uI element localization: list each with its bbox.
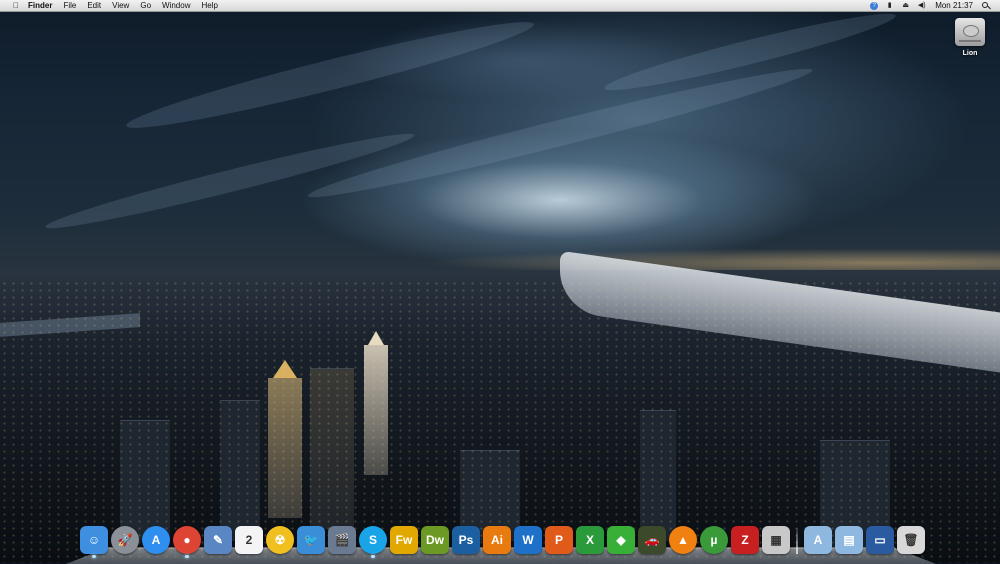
menu-window[interactable]: Window [162, 0, 190, 11]
applications-folder-icon[interactable]: A [804, 526, 832, 554]
twitter-glyph: 🐦 [303, 533, 319, 547]
downloads-stack-icon[interactable]: ▭ [866, 526, 894, 554]
drive-label: Lion [962, 50, 978, 57]
menu-finder[interactable]: Finder [28, 0, 52, 11]
car-app-glyph: 🚗 [644, 533, 660, 547]
word-glyph: W [522, 533, 534, 547]
preview-glyph: ✎ [212, 533, 224, 547]
menu-view[interactable]: View [112, 0, 129, 11]
menu-go[interactable]: Go [140, 0, 151, 11]
volume-icon[interactable]: ◀) [917, 2, 926, 10]
illustrator-glyph: Ai [491, 533, 503, 547]
menu-edit[interactable]: Edit [87, 0, 101, 11]
twitter-icon[interactable]: 🐦 [297, 526, 325, 554]
launchpad-icon[interactable]: 🚀 [111, 526, 139, 554]
downloads-stack-glyph: ▭ [874, 533, 886, 547]
excel-icon[interactable]: X [576, 526, 604, 554]
app-store-glyph: A [151, 533, 161, 547]
hard-drive-icon[interactable] [955, 18, 985, 46]
spotlight-search-icon[interactable] [982, 1, 990, 10]
illustrator-icon[interactable]: Ai [483, 526, 511, 554]
powerpoint-icon[interactable]: P [545, 526, 573, 554]
calendar-glyph: 2 [245, 533, 253, 547]
desktop-wallpaper [0, 0, 1000, 563]
fireworks-icon[interactable]: Fw [390, 526, 418, 554]
battery-icon[interactable]: ▮ [885, 2, 894, 10]
skype-glyph: S [368, 533, 377, 547]
utorrent-icon[interactable]: µ [700, 526, 728, 554]
applications-folder-glyph: A [813, 533, 823, 547]
launchpad-glyph: 🚀 [117, 533, 133, 547]
documents-folder-icon[interactable]: ▤ [835, 526, 863, 554]
apple-menu-icon[interactable]:  [12, 1, 20, 10]
menu-bar:  Finder File Edit View Go Window Help ?… [0, 0, 1000, 12]
filezilla-icon[interactable]: Z [731, 526, 759, 554]
eject-icon[interactable]: ⏏ [901, 2, 910, 10]
trash-icon[interactable]: 🗑 [897, 526, 925, 554]
skype-icon[interactable]: S [359, 526, 387, 558]
running-indicator [185, 555, 189, 558]
excel-glyph: X [585, 533, 594, 547]
imovie-icon[interactable]: 🎬 [328, 526, 356, 554]
calculator-glyph: ▦ [770, 533, 782, 547]
powerpoint-glyph: P [554, 533, 563, 547]
calculator-icon[interactable]: ▦ [762, 526, 790, 554]
sims-icon[interactable]: ◆ [607, 526, 635, 554]
documents-folder-glyph: ▤ [843, 533, 855, 547]
radiation-app-icon[interactable]: ☢ [266, 526, 294, 554]
running-indicator [92, 555, 96, 558]
preview-icon[interactable]: ✎ [204, 526, 232, 554]
sims-glyph: ◆ [616, 533, 626, 547]
chrome-glyph: ● [183, 533, 191, 547]
dock: ☺ 🚀 A ● ✎ 2 ☢ 🐦 🎬 S Fw Dw Ps Ai W P X ◆ 🚗 ▲ µ Z ▦ A ▤ ▭ 🗑 [80, 522, 928, 558]
radiation-app-glyph: ☢ [274, 533, 286, 547]
finder-icon[interactable]: ☺ [80, 526, 108, 558]
dock-separator [796, 528, 798, 554]
vlc-glyph: ▲ [677, 533, 689, 547]
word-icon[interactable]: W [514, 526, 542, 554]
city-lights [0, 280, 1000, 563]
trash-glyph: 🗑 [903, 533, 919, 547]
running-indicator [371, 555, 375, 558]
chrome-icon[interactable]: ● [173, 526, 201, 558]
vlc-icon[interactable]: ▲ [669, 526, 697, 554]
fireworks-glyph: Fw [395, 533, 413, 547]
desktop-drive[interactable]: Lion [950, 18, 990, 57]
photoshop-glyph: Ps [458, 533, 474, 547]
car-app-icon[interactable]: 🚗 [638, 526, 666, 554]
menu-clock[interactable]: Mon 21:37 [935, 1, 973, 10]
menu-file[interactable]: File [63, 0, 76, 11]
app-store-icon[interactable]: A [142, 526, 170, 554]
imovie-glyph: 🎬 [334, 533, 350, 547]
calendar-icon[interactable]: 2 [235, 526, 263, 554]
finder-glyph: ☺ [87, 533, 101, 547]
dreamweaver-icon[interactable]: Dw [421, 526, 449, 554]
photoshop-icon[interactable]: Ps [452, 526, 480, 554]
menu-help[interactable]: Help [201, 0, 217, 11]
utorrent-glyph: µ [710, 533, 718, 547]
filezilla-glyph: Z [741, 533, 749, 547]
dreamweaver-glyph: Dw [426, 533, 444, 547]
help-icon[interactable]: ? [870, 1, 879, 10]
